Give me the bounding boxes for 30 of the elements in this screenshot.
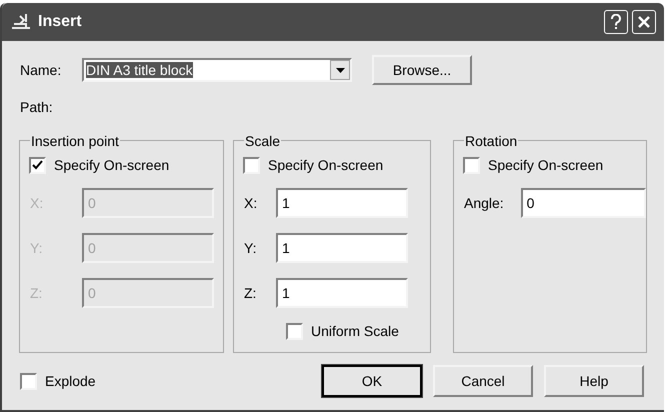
dialog-button[interactable]: OK [322, 365, 422, 397]
name-dropdown[interactable]: DIN A3 title block [82, 58, 352, 82]
checkbox-label: Uniform Scale [311, 322, 399, 341]
input-field[interactable]: 0 [520, 188, 646, 218]
checkbox[interactable] [20, 372, 37, 390]
field-label: Z: [244, 284, 258, 302]
input-field[interactable]: 1 [276, 188, 408, 218]
checkbox[interactable] [29, 157, 46, 174]
field-label: Y: [244, 238, 258, 258]
checkbox[interactable] [463, 157, 480, 174]
dropdown-value: DIN A3 title block [86, 60, 194, 80]
field-label: Angle: [464, 194, 505, 213]
checkbox-label: Specify On-screen [488, 156, 604, 175]
browse-button[interactable]: Browse... [372, 55, 472, 85]
dialog-button[interactable]: Help [544, 365, 644, 397]
input-field[interactable]: 1 [276, 233, 408, 263]
help-icon[interactable] [604, 10, 628, 34]
path-label: Path: [20, 98, 53, 117]
checkbox-label: Explode [45, 372, 96, 391]
close-icon[interactable] [632, 10, 656, 34]
checkbox-label: Specify On-screen [54, 156, 170, 175]
field-label: X: [244, 194, 258, 212]
checkbox[interactable] [243, 157, 260, 174]
checkbox-label: Specify On-screen [268, 156, 384, 175]
window-title: Insert [38, 12, 83, 32]
checkbox[interactable] [286, 323, 303, 340]
name-label: Name: [20, 60, 62, 80]
dialog-button[interactable]: Cancel [433, 365, 533, 397]
checkmark-icon [32, 160, 43, 171]
input-field[interactable]: 1 [276, 278, 408, 308]
